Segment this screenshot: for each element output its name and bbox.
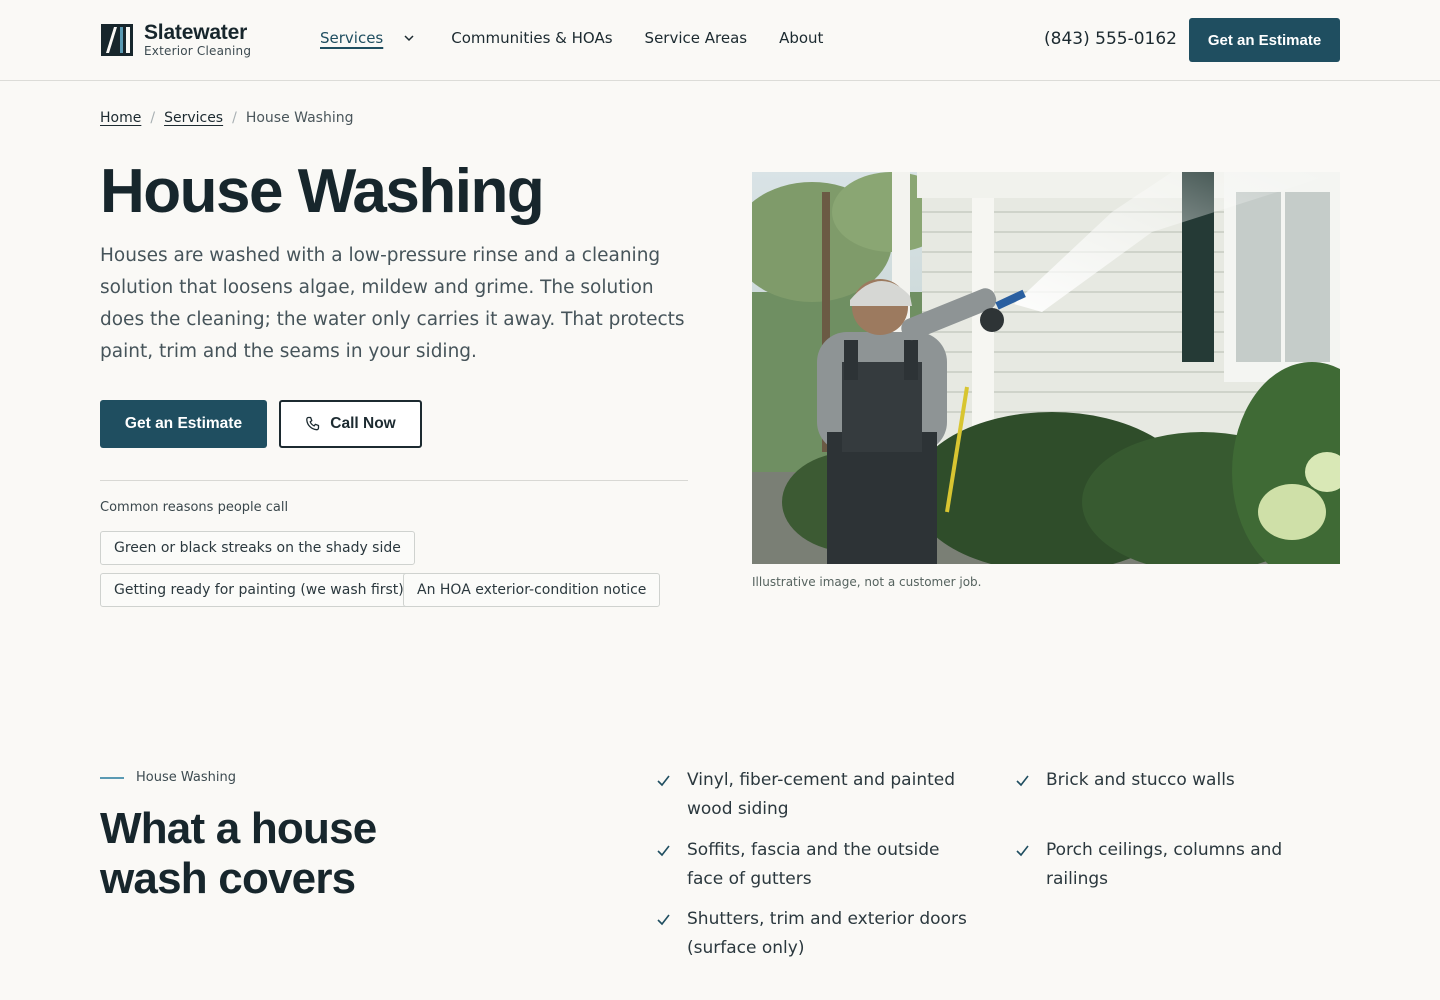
reason-chip: Green or black streaks on the shady side [100, 531, 415, 565]
nav-item-about[interactable]: About [779, 29, 823, 47]
logo-mark-icon [101, 24, 133, 56]
brand-logo[interactable]: Slatewater Exterior Cleaning [100, 20, 252, 59]
brand-text: Slatewater Exterior Cleaning [144, 20, 252, 59]
site-header: Slatewater Exterior Cleaning Services Co… [0, 0, 1440, 81]
brand-tagline: Exterior Cleaning [144, 43, 252, 58]
breadcrumb-current: House Washing [245, 110, 354, 126]
breadcrumb-home[interactable]: Home [100, 110, 141, 126]
nav-item-service-areas[interactable]: Service Areas [645, 29, 748, 47]
coverage-item-label: Soffits, fascia and the outside face of … [687, 840, 940, 889]
breadcrumb-separator: / [232, 110, 237, 126]
eyebrow-line [100, 776, 124, 779]
coverage-item: Soffits, fascia and the outside face of … [656, 836, 976, 894]
coverage-item-label: Porch ceilings, columns and railings [1046, 840, 1283, 889]
check-icon [657, 845, 670, 857]
chevron-down-icon[interactable] [403, 32, 415, 44]
section-title: What a house wash covers [100, 804, 377, 903]
coverage-item: Vinyl, fiber-cement and painted wood sid… [656, 766, 976, 824]
breadcrumb-separator: / [150, 110, 156, 126]
coverage-item: Brick and stucco walls [1015, 766, 1345, 795]
call-now-button[interactable]: Call Now [279, 400, 422, 448]
phone-icon [306, 416, 320, 431]
house-washing-illustration [752, 172, 1340, 564]
main-nav: Services Communities & HOAs Service Area… [320, 29, 823, 47]
coverage-item: Shutters, trim and exterior doors (surfa… [656, 905, 976, 963]
nav-item-services-label: Services [320, 29, 384, 47]
breadcrumb-services[interactable]: Services [164, 110, 223, 126]
hero-description: Houses are washed with a low-pressure ri… [100, 245, 685, 362]
hero-divider [100, 480, 688, 481]
get-estimate-button[interactable]: Get an Estimate [100, 400, 267, 448]
reasons-label: Common reasons people call [100, 500, 289, 515]
nav-item-services[interactable]: Services [320, 29, 415, 47]
call-now-label: Call Now [330, 415, 396, 432]
breadcrumb: Home / Services / House Washing [100, 110, 354, 126]
section-eyebrow-label: House Washing [136, 770, 236, 785]
header-estimate-button[interactable]: Get an Estimate [1189, 18, 1340, 62]
coverage-item-label: Vinyl, fiber-cement and painted wood sid… [687, 770, 956, 819]
page-title: House Washing [100, 157, 545, 226]
reason-chip: Getting ready for painting (we wash firs… [100, 573, 418, 607]
check-icon [657, 775, 670, 787]
hero-image [752, 172, 1340, 564]
image-caption: Illustrative image, not a customer job. [752, 575, 982, 589]
reason-chip: An HOA exterior-condition notice [403, 573, 661, 607]
coverage-item-label: Brick and stucco walls [1046, 770, 1235, 790]
check-icon [1016, 775, 1029, 787]
check-icon [657, 914, 670, 926]
header-phone-link[interactable]: (843) 555-0162 [1044, 29, 1177, 49]
check-icon [1016, 845, 1029, 857]
coverage-item-label: Shutters, trim and exterior doors (surfa… [687, 909, 967, 958]
section-eyebrow: House Washing [100, 770, 236, 785]
nav-item-communities[interactable]: Communities & HOAs [451, 29, 612, 47]
brand-name: Slatewater [144, 20, 248, 44]
coverage-item: Porch ceilings, columns and railings [1015, 836, 1345, 894]
